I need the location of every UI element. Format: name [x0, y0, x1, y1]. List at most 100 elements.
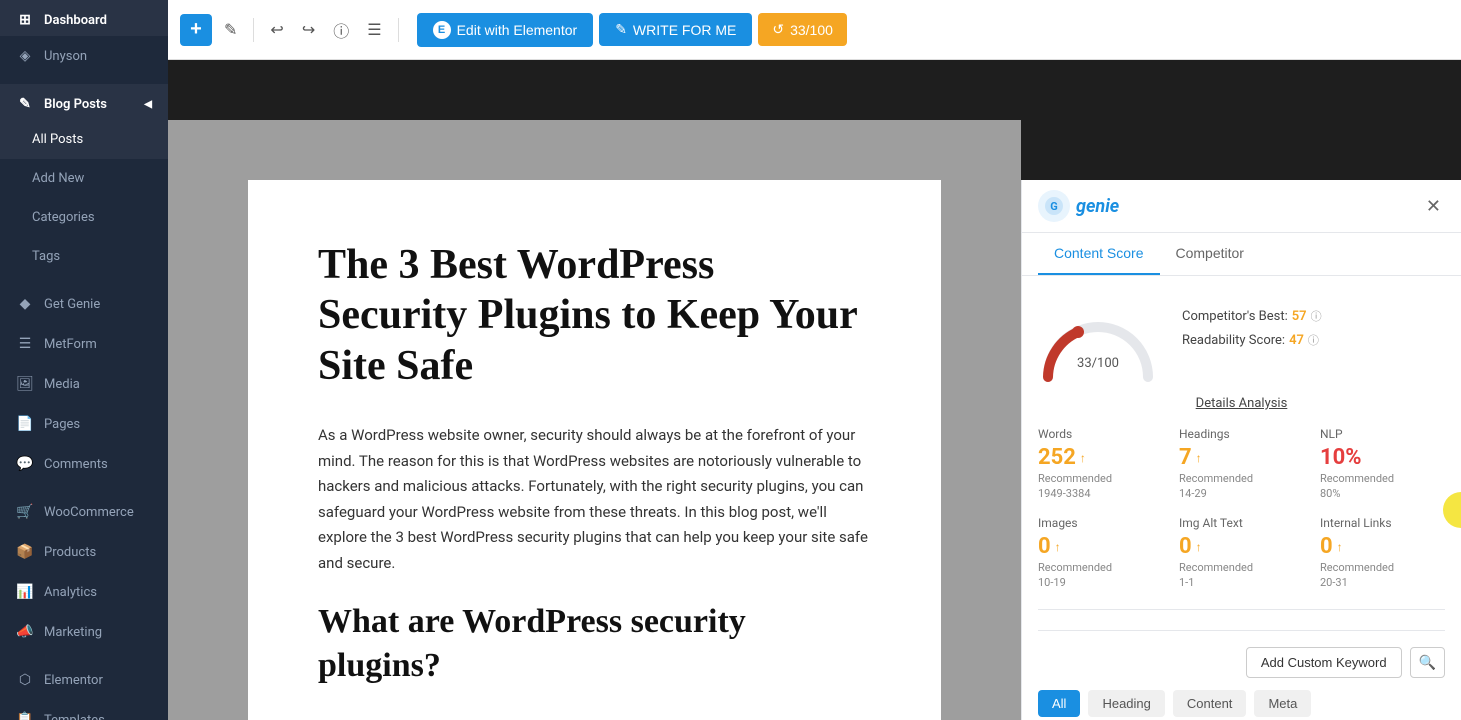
sidebar-item-label: Templates [44, 713, 105, 720]
sidebar-item-templates[interactable]: 📋 Templates [0, 700, 168, 720]
metric-internal-links-label: Internal Links [1320, 516, 1445, 530]
sidebar-item-categories[interactable]: Categories [0, 198, 168, 237]
genie-panel: G genie ✕ Content Score Competitor [1021, 180, 1461, 720]
blog-posts-icon: ✎ [16, 96, 34, 112]
score-button[interactable]: ↺ 33/100 [758, 13, 847, 46]
sidebar-item-unyson[interactable]: ◈ Unyson [0, 36, 168, 76]
templates-icon: 📋 [16, 712, 34, 720]
metric-words: Words 252 ↑ Recommended 1949-3384 [1038, 427, 1163, 500]
info-button[interactable]: ⓘ [327, 12, 355, 48]
metric-headings-rec-val: 14-29 [1179, 487, 1304, 500]
analytics-icon: 📊 [16, 584, 34, 600]
sidebar-item-analytics[interactable]: 📊 Analytics [0, 572, 168, 612]
competitors-best: Competitor's Best: 57 ⓘ [1182, 308, 1445, 324]
images-number: 0 [1038, 534, 1051, 559]
sidebar-item-products[interactable]: 📦 Products [0, 532, 168, 572]
tab-content-score[interactable]: Content Score [1038, 233, 1160, 275]
readability-value: 47 [1289, 333, 1304, 348]
editor-content: The 3 Best WordPress Security Plugins to… [248, 180, 941, 720]
img-alt-arrow: ↑ [1196, 540, 1202, 554]
readability-info-icon: ⓘ [1308, 332, 1319, 348]
metric-images-rec: Recommended [1038, 561, 1163, 574]
sidebar-item-pages[interactable]: 📄 Pages [0, 404, 168, 444]
kf-tab-content[interactable]: Content [1173, 690, 1247, 717]
readability-label: Readability Score: [1182, 333, 1285, 348]
redo-button[interactable]: ↪ [296, 14, 321, 46]
metric-headings-rec: Recommended [1179, 472, 1304, 485]
metric-nlp: NLP 10% Recommended 80% [1320, 427, 1445, 500]
genie-close-button[interactable]: ✕ [1422, 192, 1445, 221]
metric-img-alt-value: 0 ↑ [1179, 534, 1304, 559]
sidebar-item-metform[interactable]: ☰ MetForm [0, 324, 168, 364]
metric-nlp-rec-val: 80% [1320, 487, 1445, 500]
sidebar-item-elementor[interactable]: ⬡ Elementor [0, 660, 168, 700]
sidebar-item-label: Get Genie [44, 297, 100, 312]
marketing-icon: 📣 [16, 624, 34, 640]
metric-internal-links-rec: Recommended [1320, 561, 1445, 574]
keyword-actions: Add Custom Keyword 🔍 [1038, 647, 1445, 678]
metric-words-value: 252 ↑ [1038, 445, 1163, 470]
post-paragraph-1[interactable]: As a WordPress website owner, security s… [318, 423, 871, 576]
sidebar-item-marketing[interactable]: 📣 Marketing [0, 612, 168, 652]
genie-body: 33/100 Competitor's Best: 57 ⓘ Readabili… [1022, 276, 1461, 720]
kf-tab-all[interactable]: All [1038, 690, 1080, 717]
search-keyword-button[interactable]: 🔍 [1410, 647, 1445, 678]
elementor-btn-icon: E [433, 21, 451, 39]
sidebar-item-label: All Posts [32, 132, 83, 147]
score-value: 33/100 [1077, 356, 1119, 371]
metform-icon: ☰ [16, 336, 34, 352]
sidebar-item-label: Categories [32, 210, 95, 225]
tab-competitor[interactable]: Competitor [1160, 233, 1260, 275]
sidebar-item-label: Elementor [44, 673, 103, 688]
competitors-info-icon: ⓘ [1311, 308, 1322, 324]
undo-button[interactable]: ↩ [264, 14, 289, 46]
toolbar-divider [253, 18, 254, 42]
sidebar-item-media[interactable]: 🖼 Media [0, 364, 168, 404]
score-label: 33/100 [790, 22, 833, 38]
sidebar-item-tags[interactable]: Tags [0, 237, 168, 276]
metric-images-rec-val: 10-19 [1038, 576, 1163, 589]
genie-logo-svg: G [1044, 196, 1064, 216]
add-button[interactable]: + [180, 14, 212, 46]
img-alt-number: 0 [1179, 534, 1192, 559]
unyson-icon: ◈ [16, 48, 34, 64]
sidebar-item-label: Pages [44, 417, 80, 432]
pages-icon: 📄 [16, 416, 34, 432]
nlp-number: 10% [1320, 445, 1362, 470]
score-gauge: 33/100 [1038, 292, 1158, 372]
edit-with-elementor-button[interactable]: E Edit with Elementor [417, 13, 594, 47]
kf-tab-meta[interactable]: Meta [1254, 690, 1311, 717]
sidebar-item-blog-posts[interactable]: ✎ Blog Posts ◀ [0, 84, 168, 120]
sidebar-item-get-genie[interactable]: ◆ Get Genie [0, 284, 168, 324]
score-details: Competitor's Best: 57 ⓘ Readability Scor… [1182, 308, 1445, 356]
genie-tabs: Content Score Competitor [1022, 233, 1461, 276]
kf-tab-heading[interactable]: Heading [1088, 690, 1164, 717]
add-custom-keyword-button[interactable]: Add Custom Keyword [1246, 647, 1402, 678]
sidebar-item-label: Unyson [44, 49, 87, 64]
metric-headings-value: 7 ↑ [1179, 445, 1304, 470]
write-for-me-button[interactable]: ✎ WRITE FOR ME [599, 13, 752, 46]
details-analysis-link[interactable]: Details Analysis [1196, 396, 1288, 411]
woocommerce-icon: 🛒 [16, 504, 34, 520]
words-number: 252 [1038, 445, 1076, 470]
sidebar-item-comments[interactable]: 💬 Comments [0, 444, 168, 484]
dashboard-icon: ⊞ [16, 12, 34, 28]
post-heading-2[interactable]: What are WordPress security plugins? [318, 600, 871, 688]
edit-button[interactable]: ✎ [218, 14, 243, 46]
collapse-icon: ◀ [144, 99, 152, 110]
sidebar-item-dashboard[interactable]: ⊞ Dashboard [0, 0, 168, 36]
internal-links-arrow: ↑ [1337, 540, 1343, 554]
sidebar-item-woocommerce[interactable]: 🛒 WooCommerce [0, 492, 168, 532]
genie-logo-text: genie [1076, 196, 1119, 217]
sidebar-item-all-posts[interactable]: All Posts [0, 120, 168, 159]
metric-img-alt-rec: Recommended [1179, 561, 1304, 574]
sidebar-item-add-new[interactable]: Add New [0, 159, 168, 198]
sidebar: ⊞ Dashboard ◈ Unyson ✎ Blog Posts ◀ All … [0, 0, 168, 720]
metrics-grid: Words 252 ↑ Recommended 1949-3384 Headin… [1038, 427, 1445, 610]
menu-button[interactable]: ☰ [361, 14, 387, 46]
post-title[interactable]: The 3 Best WordPress Security Plugins to… [318, 240, 871, 391]
keyword-filter-tabs: All Heading Content Meta [1038, 690, 1445, 717]
sidebar-item-label: Add New [32, 171, 84, 186]
write-icon: ✎ [615, 21, 627, 38]
metric-headings: Headings 7 ↑ Recommended 14-29 [1179, 427, 1304, 500]
